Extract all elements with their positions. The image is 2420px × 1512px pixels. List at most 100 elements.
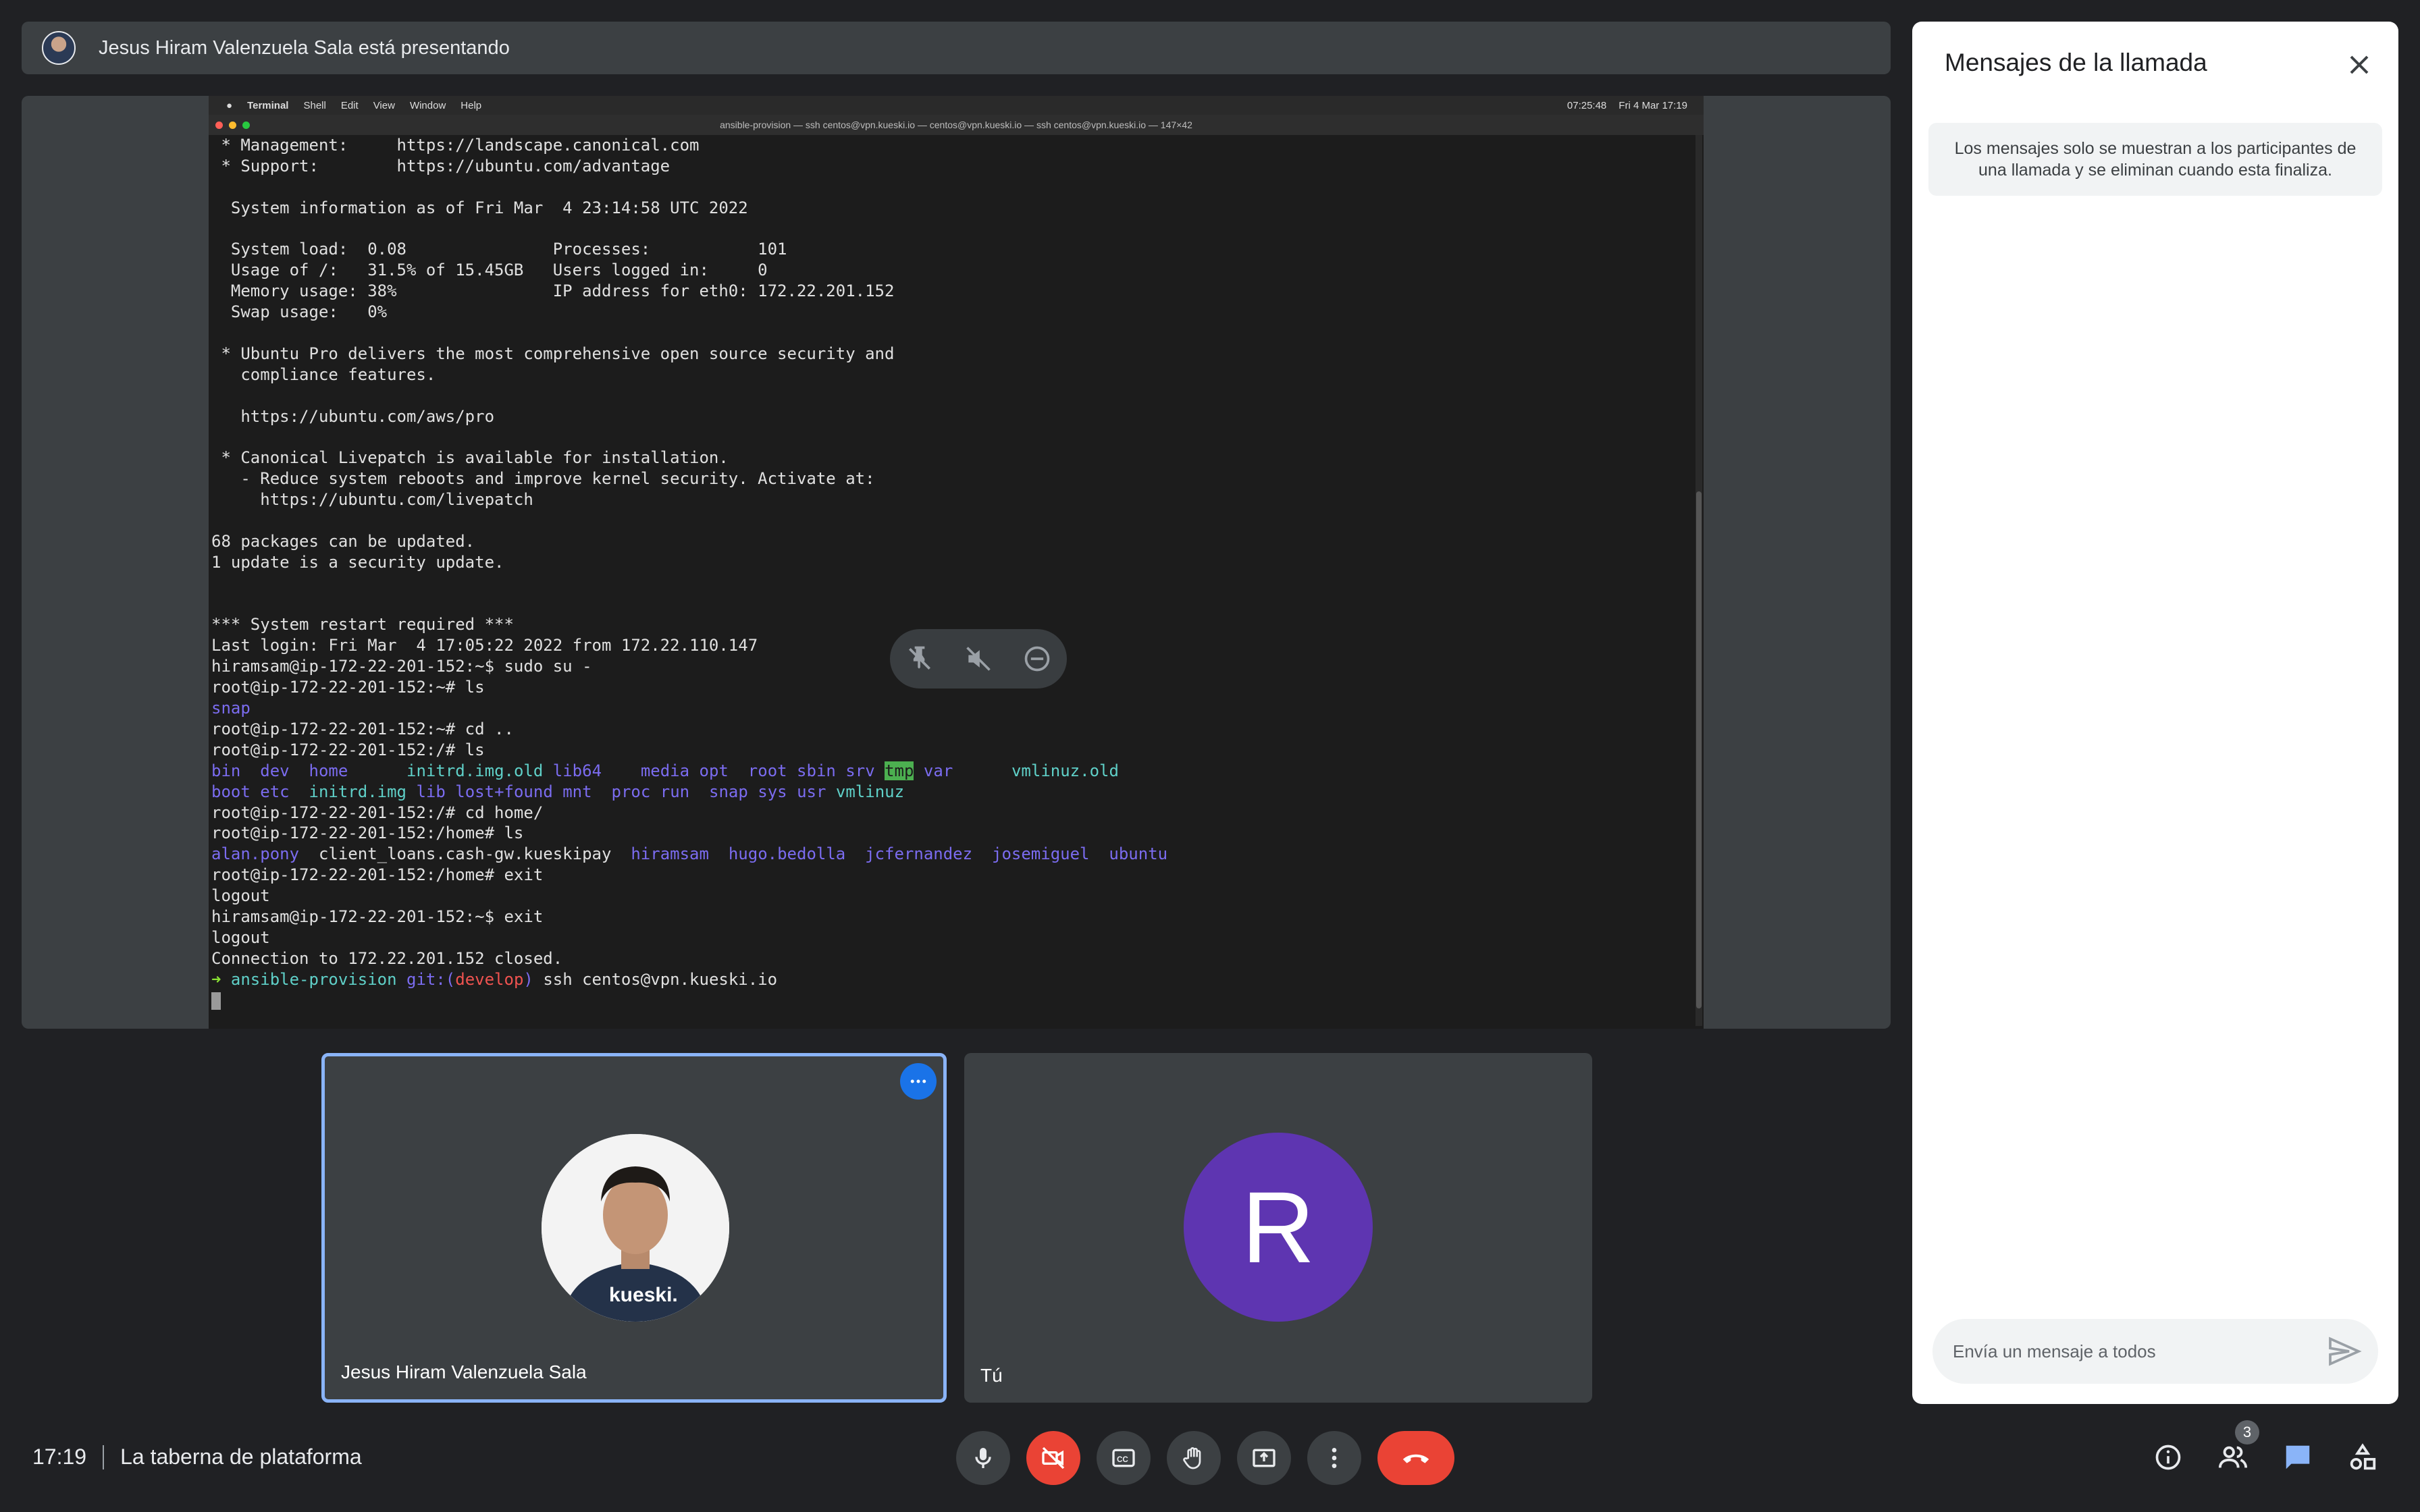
chat-icon [2286, 1445, 2310, 1469]
terminal-line: root@ip-172-22-201-152:/# cd home/ [211, 803, 544, 822]
prompt-branch: develop [455, 969, 524, 989]
terminal-ls-entry: boot [211, 782, 251, 801]
unpin-icon[interactable] [905, 644, 935, 674]
chat-notice: Los mensajes solo se muestran a los part… [1928, 123, 2382, 196]
participant-tile-presenter[interactable]: kueski. Jesus Hiram Valenzuela Sala [321, 1053, 947, 1403]
terminal-line: root@ip-172-22-201-152:~# cd .. [211, 719, 514, 738]
terminal-scrollbar[interactable] [1695, 135, 1702, 1026]
terminal-line: - Reduce system reboots and improve kern… [211, 469, 875, 489]
divider [103, 1444, 105, 1469]
svg-text:CC: CC [1117, 1455, 1128, 1464]
terminal-ls-entry: initrd.img [309, 782, 407, 801]
participant-photo: kueski. [542, 1134, 729, 1322]
terminal-line: root@ip-172-22-201-152:/home# exit [211, 865, 544, 885]
terminal-ls-entry: dev [260, 761, 290, 780]
meeting-name[interactable]: La taberna de plataforma [120, 1444, 362, 1469]
meeting-info: 17:19 La taberna de plataforma [32, 1444, 362, 1469]
terminal-ls-entry: media [640, 761, 690, 780]
more-options-bottom-button[interactable] [1307, 1431, 1361, 1485]
participant-count-badge: 3 [2235, 1420, 2259, 1444]
terminal-home-entry: alan.pony [211, 844, 300, 864]
self-avatar: R [1184, 1133, 1373, 1322]
terminal-cursor-line [211, 990, 1694, 1011]
mac-menubar: ● Terminal Shell Edit View Window Help 0… [209, 96, 1704, 115]
terminal-line: root@ip-172-22-201-152:/home# ls [211, 824, 524, 843]
terminal-ls-entry: srv [845, 761, 875, 780]
participant-tile-self[interactable]: R Tú [964, 1053, 1592, 1403]
terminal-ls-entry: etc [260, 782, 290, 801]
leave-call-button[interactable] [1377, 1431, 1454, 1485]
mic-button[interactable] [956, 1431, 1010, 1485]
terminal-line: https://ubuntu.com/livepatch [211, 490, 533, 510]
terminal-line: System load: 0.08 Processes: 101 [211, 240, 787, 259]
terminal-ls-entry: opt [699, 761, 729, 780]
terminal-ls-entry: initrd.img.old [406, 761, 544, 780]
camera-off-button[interactable] [1026, 1431, 1080, 1485]
more-vert-icon [1332, 1448, 1337, 1468]
current-time: 17:19 [32, 1444, 87, 1469]
more-options-button[interactable] [900, 1063, 937, 1100]
terminal-ls-entry: home [309, 761, 348, 780]
terminal-ls-entry: bin [211, 761, 241, 780]
terminal-line: logout [211, 927, 270, 947]
prompt-arrow: ➜ [211, 969, 221, 989]
prompt-git-close: ) [523, 969, 533, 989]
terminal-ls-entry: mnt [562, 782, 592, 801]
people-icon [2218, 1446, 2248, 1468]
terminal-line: logout [211, 886, 270, 906]
menu-shell: Shell [303, 99, 326, 111]
terminal-line: Connection to 172.22.201.152 closed. [211, 948, 563, 968]
terminal-ls-entry: snap [709, 782, 748, 801]
meeting-details-button[interactable] [2146, 1435, 2190, 1480]
closed-captions-icon: CC [1112, 1449, 1135, 1467]
terminal-line: Memory usage: 38% IP address for eth0: 1… [211, 281, 895, 301]
activities-button[interactable] [2340, 1435, 2385, 1480]
close-icon[interactable] [2343, 49, 2375, 81]
terminal-line: System information as of Fri Mar 4 23:14… [211, 198, 748, 217]
terminal-line: 1 update is a security update. [211, 552, 504, 572]
end-call-icon [1402, 1454, 1429, 1463]
mac-clock-widget: 07:25:48 [1567, 99, 1607, 111]
hand-icon [1183, 1447, 1201, 1469]
presenting-text: Jesus Hiram Valenzuela Sala está present… [99, 36, 510, 59]
chat-button[interactable] [2276, 1435, 2320, 1480]
terminal-line: hiramsam@ip-172-22-201-152:~$ exit [211, 907, 544, 926]
svg-text:kueski.: kueski. [609, 1284, 678, 1306]
apple-icon: ● [226, 99, 233, 111]
remove-icon[interactable] [1022, 644, 1052, 674]
mute-audio-icon[interactable] [964, 644, 993, 674]
present-now-button[interactable] [1237, 1431, 1291, 1485]
terminal-ls-entry: usr [797, 782, 826, 801]
terminal-home-entry: client_loans.cash-gw.kueskipay [318, 844, 612, 864]
terminal-line: compliance features. [211, 364, 436, 384]
terminal-ls-row: boot etc initrd.img lib lost+found mnt p… [211, 782, 1694, 803]
terminal-home-ls: alan.pony client_loans.cash-gw.kueskipay… [211, 844, 1694, 865]
terminal-ls-entry: lib [416, 782, 446, 801]
raise-hand-button[interactable] [1167, 1431, 1221, 1485]
captions-button[interactable]: CC [1097, 1431, 1151, 1485]
terminal-cursor [211, 992, 221, 1010]
mac-date: Fri 4 Mar 17:19 [1619, 99, 1687, 111]
prompt-dir: ansible-provision [230, 969, 397, 989]
prompt-command: ssh centos@vpn.kueski.io [543, 969, 778, 989]
present-screen-icon [1253, 1449, 1275, 1467]
terminal-ls-entry: sbin [797, 761, 836, 780]
terminal-prompt: ➜ ansible-provision git:(develop) ssh ce… [211, 969, 1694, 990]
terminal-home-entry: hiramsam [631, 844, 709, 864]
person-photo-icon: kueski. [542, 1134, 729, 1322]
mic-icon [975, 1448, 991, 1468]
activities-icon [2350, 1443, 2376, 1470]
more-horiz-icon [910, 1079, 926, 1083]
chat-message-input[interactable] [1932, 1319, 2378, 1384]
terminal-ls-entry: lost+found [455, 782, 553, 801]
menu-view: View [373, 99, 395, 111]
send-icon[interactable] [2325, 1332, 2363, 1370]
terminal-line: https://ubuntu.com/aws/pro [211, 406, 495, 426]
